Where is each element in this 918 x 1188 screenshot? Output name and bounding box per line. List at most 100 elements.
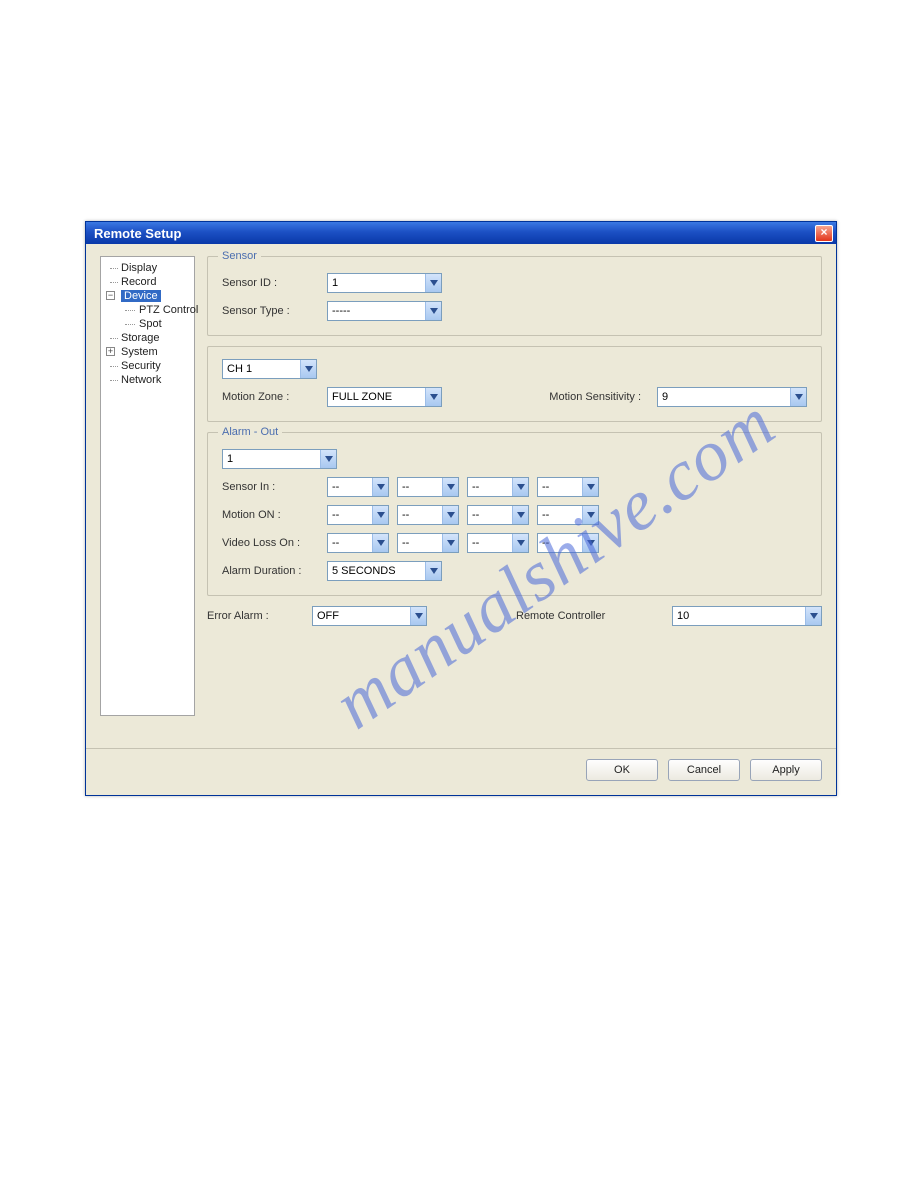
cancel-button[interactable]: Cancel: [668, 759, 740, 781]
video-loss-select-4[interactable]: --: [537, 533, 599, 553]
chevron-down-icon: [425, 302, 441, 320]
chevron-down-icon: [425, 274, 441, 292]
tree-item-ptz-control[interactable]: PTZ Control: [103, 303, 192, 317]
close-icon: ×: [820, 225, 827, 239]
tree-item-network[interactable]: Network: [103, 373, 192, 387]
select-value: FULL ZONE: [328, 391, 425, 403]
alarm-out-select[interactable]: 1: [222, 449, 337, 469]
remote-controller-label: Remote Controller: [516, 610, 656, 622]
sensor-group: Sensor Sensor ID : 1 Sensor Type : -----: [207, 256, 822, 336]
chevron-down-icon: [372, 478, 388, 496]
sensor-type-label: Sensor Type :: [222, 305, 327, 317]
chevron-down-icon: [805, 607, 821, 625]
group-legend-sensor: Sensor: [218, 250, 261, 262]
sensor-in-select-1[interactable]: --: [327, 477, 389, 497]
window-title: Remote Setup: [94, 226, 181, 241]
motion-on-select-2[interactable]: --: [397, 505, 459, 525]
tree-label: Spot: [139, 318, 162, 330]
tree-item-system[interactable]: + System: [103, 345, 192, 359]
window-body: Display Record − Device PTZ Control Spot…: [86, 244, 836, 728]
tree-item-device[interactable]: − Device: [103, 289, 192, 303]
video-loss-select-3[interactable]: --: [467, 533, 529, 553]
ok-button[interactable]: OK: [586, 759, 658, 781]
chevron-down-icon: [410, 607, 426, 625]
sensor-in-select-2[interactable]: --: [397, 477, 459, 497]
remote-controller-select[interactable]: 10: [672, 606, 822, 626]
error-alarm-label: Error Alarm :: [207, 610, 312, 622]
motion-sensitivity-label: Motion Sensitivity :: [549, 391, 641, 403]
chevron-down-icon: [425, 562, 441, 580]
select-value: OFF: [313, 610, 410, 622]
chevron-down-icon: [512, 506, 528, 524]
collapse-icon[interactable]: −: [106, 291, 115, 300]
select-value: --: [538, 509, 582, 521]
tree-item-record[interactable]: Record: [103, 275, 192, 289]
select-value: 5 SECONDS: [328, 565, 425, 577]
video-loss-select-1[interactable]: --: [327, 533, 389, 553]
sensor-in-select-3[interactable]: --: [467, 477, 529, 497]
remote-setup-window: Remote Setup × Display Record − Device P…: [85, 221, 837, 796]
misc-row: Error Alarm : OFF Remote Controller 10: [207, 606, 822, 626]
chevron-down-icon: [512, 478, 528, 496]
select-value: --: [398, 481, 442, 493]
main-panel: Sensor Sensor ID : 1 Sensor Type : -----: [207, 256, 822, 716]
select-value: --: [468, 481, 512, 493]
button-bar: OK Cancel Apply: [86, 759, 836, 795]
select-value: 1: [328, 277, 425, 289]
chevron-down-icon: [442, 478, 458, 496]
sensor-id-select[interactable]: 1: [327, 273, 442, 293]
select-value: -----: [328, 305, 425, 317]
tree-label: Storage: [121, 332, 160, 344]
select-value: --: [468, 537, 512, 549]
group-legend-alarm: Alarm - Out: [218, 426, 282, 438]
select-value: --: [538, 537, 582, 549]
tree-label: Network: [121, 374, 161, 386]
nav-tree: Display Record − Device PTZ Control Spot…: [100, 256, 195, 716]
select-value: --: [468, 509, 512, 521]
motion-zone-label: Motion Zone :: [222, 391, 327, 403]
alarm-out-group: Alarm - Out 1 Sensor In : -- -- -- -- Mo…: [207, 432, 822, 596]
tree-item-security[interactable]: Security: [103, 359, 192, 373]
tree-label: PTZ Control: [139, 304, 198, 316]
select-value: CH 1: [223, 363, 300, 375]
window-titlebar[interactable]: Remote Setup ×: [86, 222, 836, 244]
motion-zone-select[interactable]: FULL ZONE: [327, 387, 442, 407]
select-value: --: [398, 537, 442, 549]
tree-item-display[interactable]: Display: [103, 261, 192, 275]
motion-on-label: Motion ON :: [222, 509, 327, 521]
motion-on-select-1[interactable]: --: [327, 505, 389, 525]
select-value: --: [398, 509, 442, 521]
chevron-down-icon: [442, 534, 458, 552]
chevron-down-icon: [372, 534, 388, 552]
tree-label: Security: [121, 360, 161, 372]
footer-area: OK Cancel Apply: [86, 748, 836, 795]
chevron-down-icon: [582, 506, 598, 524]
channel-select[interactable]: CH 1: [222, 359, 317, 379]
close-button[interactable]: ×: [815, 225, 833, 242]
sensor-in-select-4[interactable]: --: [537, 477, 599, 497]
motion-sensitivity-select[interactable]: 9: [657, 387, 807, 407]
motion-group: CH 1 Motion Zone : FULL ZONE Motion Sens…: [207, 346, 822, 422]
video-loss-label: Video Loss On :: [222, 537, 327, 549]
tree-item-storage[interactable]: Storage: [103, 331, 192, 345]
tree-label: Record: [121, 276, 156, 288]
chevron-down-icon: [372, 506, 388, 524]
alarm-duration-select[interactable]: 5 SECONDS: [327, 561, 442, 581]
chevron-down-icon: [512, 534, 528, 552]
select-value: 10: [673, 610, 805, 622]
apply-button[interactable]: Apply: [750, 759, 822, 781]
tree-item-spot[interactable]: Spot: [103, 317, 192, 331]
error-alarm-select[interactable]: OFF: [312, 606, 427, 626]
chevron-down-icon: [425, 388, 441, 406]
video-loss-select-2[interactable]: --: [397, 533, 459, 553]
expand-icon[interactable]: +: [106, 347, 115, 356]
divider: [86, 748, 836, 749]
motion-on-select-4[interactable]: --: [537, 505, 599, 525]
alarm-duration-label: Alarm Duration :: [222, 565, 327, 577]
motion-on-select-3[interactable]: --: [467, 505, 529, 525]
chevron-down-icon: [582, 478, 598, 496]
sensor-type-select[interactable]: -----: [327, 301, 442, 321]
tree-label: Display: [121, 262, 157, 274]
select-value: 9: [658, 391, 790, 403]
chevron-down-icon: [320, 450, 336, 468]
